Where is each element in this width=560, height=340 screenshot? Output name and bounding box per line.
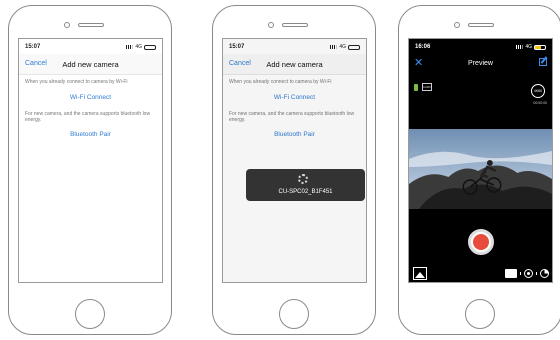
- mode-divider: [520, 272, 521, 275]
- bluetooth-pair-link[interactable]: Bluetooth Pair: [19, 131, 162, 138]
- camera-dot: [64, 22, 70, 28]
- timelapse-mode-icon[interactable]: [540, 269, 549, 278]
- sd-card-icon: CARD: [422, 83, 432, 91]
- network-label: 4G: [135, 44, 142, 50]
- home-button[interactable]: [465, 299, 495, 329]
- page-title: Add new camera: [62, 60, 119, 69]
- mode-divider: [536, 272, 537, 275]
- resolution-badge[interactable]: 4K60: [531, 84, 545, 98]
- status-time: 16:06: [415, 44, 431, 50]
- connecting-toast: CU-SPC02_B1F451: [246, 169, 365, 201]
- video-mode-icon[interactable]: [505, 269, 517, 278]
- camera-dot: [268, 22, 274, 28]
- live-preview-image: [409, 129, 552, 209]
- edit-icon[interactable]: [539, 58, 547, 66]
- wifi-description: When you already connect to camera by Wi…: [25, 79, 128, 85]
- overlay-dim: [223, 39, 366, 282]
- signal-icon: [126, 45, 134, 49]
- phone-frame: 15:07 4G Cancel Add new camera When you …: [8, 5, 172, 335]
- phone-frame: 15:07 4G Cancel Add new camera When you …: [212, 5, 376, 335]
- home-button[interactable]: [75, 299, 105, 329]
- speaker-slot: [282, 23, 308, 27]
- wifi-connect-link[interactable]: Wi-Fi Connect: [19, 94, 162, 101]
- phone-frame: 16:06 4G ✕ Preview CARD 4K60 00:00:00: [398, 5, 560, 335]
- status-time: 15:07: [25, 44, 41, 50]
- camera-battery-icon: [414, 84, 418, 91]
- page-title: Preview: [468, 60, 493, 67]
- battery-icon: [144, 44, 156, 50]
- screen-add-camera-connecting: 15:07 4G Cancel Add new camera When you …: [222, 38, 367, 283]
- screen-add-camera: 15:07 4G Cancel Add new camera When you …: [18, 38, 163, 283]
- status-right: 4G: [126, 44, 156, 50]
- signal-icon: [516, 45, 524, 49]
- photo-mode-icon[interactable]: [524, 269, 533, 278]
- preview-header: ✕ Preview: [409, 54, 552, 74]
- bluetooth-description: For new camera, and the camera supports …: [25, 111, 151, 123]
- gallery-icon[interactable]: [413, 267, 427, 280]
- status-bar: 16:06 4G: [409, 39, 552, 54]
- home-button[interactable]: [279, 299, 309, 329]
- camera-dot: [454, 22, 460, 28]
- nav-bar: Cancel Add new camera: [19, 54, 162, 75]
- camera-ssid: CU-SPC02_B1F451: [278, 189, 333, 195]
- record-button[interactable]: [468, 229, 494, 255]
- spinner-icon: [298, 174, 308, 184]
- speaker-slot: [468, 23, 494, 27]
- status-right: 4G: [516, 44, 546, 50]
- recording-duration: 00:00:00: [533, 101, 547, 105]
- network-label: 4G: [525, 44, 532, 50]
- speaker-slot: [78, 23, 104, 27]
- status-bar: 15:07 4G: [19, 39, 162, 54]
- screen-preview: 16:06 4G ✕ Preview CARD 4K60 00:00:00: [408, 38, 553, 283]
- battery-icon: [534, 44, 546, 50]
